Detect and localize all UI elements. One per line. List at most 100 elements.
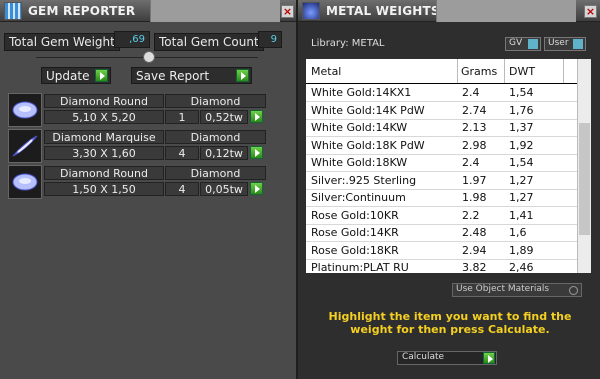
metal-cell-dwt: 1,41 (504, 206, 577, 225)
collapse-knob-icon[interactable] (143, 51, 155, 63)
gem-size: 3,30 X 1,60 (44, 146, 164, 160)
metal-row[interactable]: Silver:.925 Sterling 1.97 1,27 (306, 171, 577, 190)
metal-row[interactable]: Rose Gold:18KR 2.94 1,89 (306, 241, 577, 260)
metal-table-body: White Gold:14KX1 2.4 1,54 White Gold:14K Pd… (306, 84, 577, 273)
update-label: Update (46, 69, 90, 83)
metal-cell-grams: 1.98 (457, 189, 504, 207)
radio-off-icon (569, 286, 578, 295)
gem-reporter-icon (4, 2, 22, 20)
metal-cell-metal: White Gold:14KW (306, 119, 457, 137)
metal-cell-grams: 2.4 (457, 154, 504, 172)
metal-cell-grams: 3.82 (457, 259, 504, 273)
save-report-go-icon (236, 69, 249, 82)
metal-row[interactable]: Silver:Continuum 1.98 1,27 (306, 189, 577, 207)
metal-rows: White Gold:14KX1 2.4 1,54 White Gold:14K Pd… (306, 84, 577, 273)
total-gem-weight-label: Total Gem Weight (4, 33, 120, 51)
metal-row[interactable]: White Gold:18KW 2.4 1,54 (306, 154, 577, 172)
metal-row[interactable]: White Gold:14KW 2.13 1,37 (306, 119, 577, 137)
metal-row[interactable]: White Gold:18K PdW 2.98 1,92 (306, 136, 577, 155)
gem-go-icon[interactable] (250, 110, 263, 123)
metal-row[interactable]: White Gold:14KX1 2.4 1,54 (306, 84, 577, 102)
gem-size: 5,10 X 5,20 (44, 110, 164, 124)
metal-cell-dwt: 2,46 (504, 259, 577, 273)
use-object-materials-toggle[interactable]: Use Object Materials (452, 283, 582, 297)
metal-cell-grams: 2.98 (457, 136, 504, 155)
metal-cell-dwt: 1,92 (504, 136, 577, 155)
gv-label: GV (509, 38, 523, 48)
metal-table-scrollbar[interactable] (577, 59, 591, 273)
metal-row[interactable]: Platinum:PLAT RU 3.82 2,46 (306, 259, 577, 273)
gem-count: 4 (165, 182, 199, 196)
metal-cell-dwt: 1,54 (504, 154, 577, 172)
gem-reporter-close-icon[interactable]: × (281, 5, 294, 18)
gem-size: 1,50 X 1,50 (44, 182, 164, 196)
metal-row[interactable]: Rose Gold:10KR 2.2 1,41 (306, 206, 577, 225)
metal-cell-grams: 1.97 (457, 171, 504, 190)
save-report-button[interactable]: Save Report (131, 67, 252, 84)
metal-cell-grams: 2.13 (457, 119, 504, 137)
metal-cell-dwt: 1,27 (504, 171, 577, 190)
metal-cell-dwt: 1,37 (504, 119, 577, 137)
metal-weights-title: METAL WEIGHTS (326, 4, 440, 18)
metal-weights-close-icon[interactable]: × (584, 5, 597, 18)
gem-reporter-title: GEM REPORTER (28, 4, 136, 18)
metal-table: Metal Grams DWT White Gold:14KX1 2.4 1,54 W… (306, 59, 591, 273)
gem-go-icon[interactable] (250, 146, 263, 159)
titlebar-filler (150, 0, 280, 22)
metal-table-header: Metal Grams DWT (306, 59, 577, 83)
gem-material: Diamond (165, 166, 266, 180)
gem-reporter-panel: GEM REPORTER × Total Gem Weight ,69 Tota… (0, 0, 297, 379)
diamond-round-icon (8, 93, 42, 127)
gem-material: Diamond (165, 130, 266, 144)
gem-reporter-titlebar: GEM REPORTER × (0, 0, 297, 22)
gem-go-icon[interactable] (250, 182, 263, 195)
user-indicator-icon (573, 39, 583, 49)
col-divider (504, 59, 505, 83)
gem-material: Diamond (165, 94, 266, 108)
metal-cell-grams: 2.2 (457, 206, 504, 225)
metal-weights-titlebar: METAL WEIGHTS × (298, 0, 600, 22)
metal-cell-dwt: 1,76 (504, 101, 577, 120)
metal-cell-metal: Silver:Continuum (306, 189, 457, 207)
gem-weight: 0,12tw (200, 146, 248, 160)
total-gem-count-label: Total Gem Count (154, 33, 264, 51)
diamond-marquise-icon (8, 129, 42, 163)
save-report-label: Save Report (136, 69, 210, 83)
total-gem-count-field: 9 (258, 31, 282, 48)
use-object-materials-label: Use Object Materials (456, 284, 550, 294)
titlebar-filler (436, 0, 576, 22)
total-gem-weight-value: ,69 (129, 34, 145, 45)
metal-cell-metal: Rose Gold:14KR (306, 224, 457, 242)
col-divider (457, 59, 458, 83)
metal-row[interactable]: White Gold:14K PdW 2.74 1,76 (306, 101, 577, 120)
metal-cell-metal: Silver:.925 Sterling (306, 171, 457, 190)
scrollbar-thumb[interactable] (579, 123, 590, 235)
total-gem-count-value: 9 (270, 34, 277, 45)
update-go-icon (95, 69, 108, 82)
metal-weights-panel: METAL WEIGHTS × Library: METAL GV User M… (298, 0, 600, 379)
metal-cell-metal: White Gold:14KX1 (306, 84, 457, 102)
user-label: User (548, 38, 569, 48)
col-divider (563, 59, 564, 83)
metal-cell-metal: White Gold:18K PdW (306, 136, 457, 155)
gem-count: 1 (165, 110, 199, 124)
gv-toggle[interactable]: GV (505, 37, 541, 51)
metal-cell-dwt: 1,6 (504, 224, 577, 242)
metal-weights-icon (302, 2, 320, 20)
diamond-round-icon (8, 165, 42, 199)
metal-row[interactable]: Rose Gold:14KR 2.48 1,6 (306, 224, 577, 242)
col-header-metal[interactable]: Metal (311, 65, 341, 78)
calculate-button[interactable]: Calculate (397, 351, 497, 365)
metal-cell-metal: Platinum:PLAT RU (306, 259, 457, 273)
calculate-label: Calculate (402, 352, 445, 362)
gem-shape: Diamond Marquise (44, 130, 164, 144)
col-header-grams[interactable]: Grams (461, 65, 497, 78)
col-header-dwt[interactable]: DWT (509, 65, 535, 78)
gem-weight: 0,52tw (200, 110, 248, 124)
instruction-text: Highlight the item you want to find the … (328, 310, 572, 336)
update-button[interactable]: Update (41, 67, 111, 84)
metal-cell-metal: White Gold:14K PdW (306, 101, 457, 120)
gv-indicator-icon (528, 39, 538, 49)
metal-cell-metal: Rose Gold:10KR (306, 206, 457, 225)
user-toggle[interactable]: User (544, 37, 586, 51)
